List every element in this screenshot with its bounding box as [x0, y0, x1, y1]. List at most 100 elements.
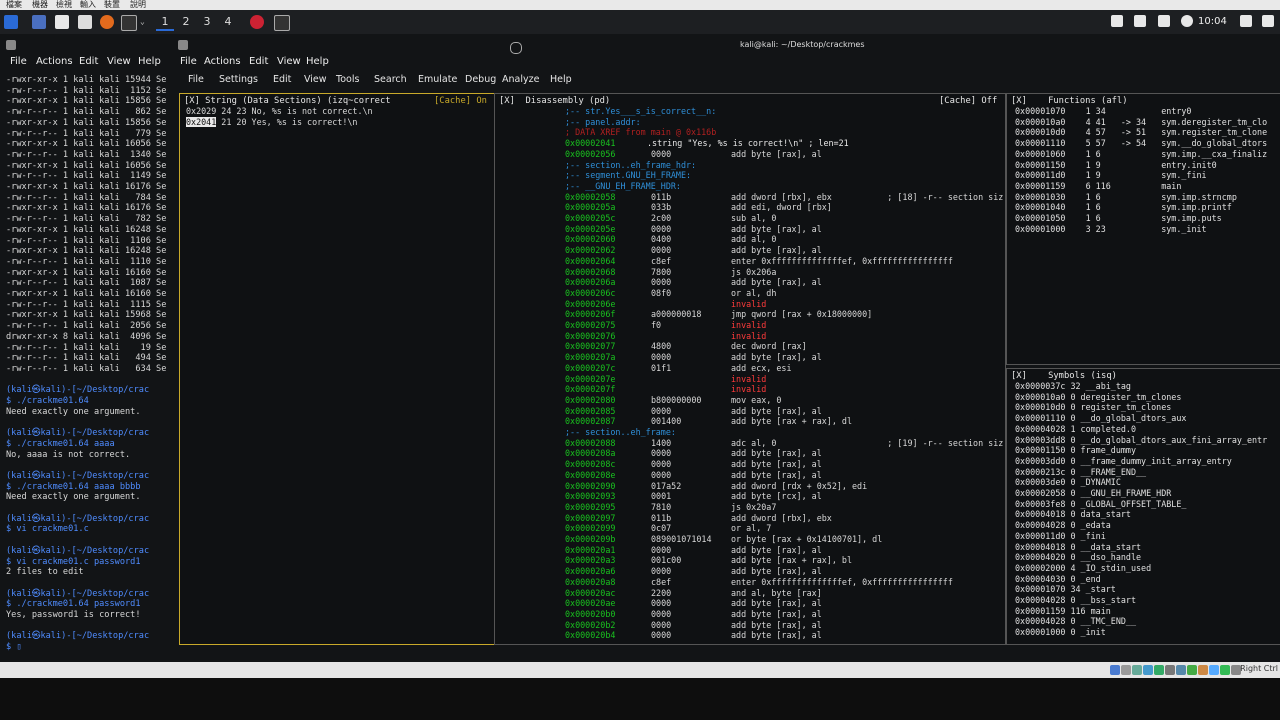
- disasm-row[interactable]: 0x000020a6 0000 add byte [rax], al: [495, 566, 1005, 577]
- symbol-row[interactable]: 0x00004028 0 __bss_start: [1015, 595, 1136, 606]
- kali-menu-icon[interactable]: [4, 15, 18, 29]
- disasm-row[interactable]: 0x00002068 7800 js 0x206a: [495, 267, 1005, 278]
- string-row[interactable]: 0x2029 24 23 No, %s is not correct.\n: [186, 106, 373, 117]
- disasm-row[interactable]: 0x000020b2 0000 add byte [rax], al: [495, 620, 1005, 631]
- r2-menu-analyze[interactable]: Analyze: [502, 74, 539, 85]
- terminal-icon[interactable]: [121, 15, 137, 31]
- symbol-row[interactable]: 0x000010d0 0 register_tm_clones: [1015, 402, 1171, 413]
- disasm-row[interactable]: 0x00002080 b800000000 mov eax, 0: [495, 395, 1005, 406]
- function-row[interactable]: 0x00001110 5 57 -> 54 sym.__do_global_dt…: [1015, 138, 1267, 149]
- symbol-row[interactable]: 0x00004028 1 completed.0: [1015, 424, 1136, 435]
- disasm-row[interactable]: 0x0000205e 0000 add byte [rax], al: [495, 224, 1005, 235]
- function-row[interactable]: 0x000011d0 1 9 sym._fini: [1015, 170, 1207, 181]
- disasm-row[interactable]: 0x0000205c 2c00 sub al, 0: [495, 213, 1005, 224]
- r2-menu-settings[interactable]: Settings: [219, 74, 258, 85]
- clock[interactable]: 10:04: [1198, 16, 1227, 27]
- disasm-row[interactable]: 0x000020b4 0000 add byte [rax], al: [495, 630, 1005, 641]
- disasm-row[interactable]: 0x0000206f a000000018 jmp qword [rax + 0x1…: [495, 309, 1005, 320]
- host-menu-item[interactable]: 裝置: [104, 0, 120, 10]
- symbol-row[interactable]: 0x00004018 0 data_start: [1015, 509, 1131, 520]
- disasm-row[interactable]: 0x000020a3 001c00 add byte [rax + rax], bl: [495, 555, 1005, 566]
- radare-terminal-window[interactable]: kali@kali: ~/Desktop/crackmes File Action…: [174, 34, 1280, 662]
- disasm-row[interactable]: 0x000020ac 2200 and al, byte [rax]: [495, 588, 1005, 599]
- workspace-4[interactable]: 4: [219, 15, 237, 29]
- menu-edit[interactable]: Edit: [249, 56, 268, 67]
- disasm-row[interactable]: ; DATA XREF from main @ 0x116b: [495, 127, 1005, 138]
- disasm-row[interactable]: ;-- panel.addr:: [495, 117, 1005, 128]
- host-status-icon[interactable]: [1220, 665, 1230, 675]
- menu-file[interactable]: File: [10, 56, 27, 67]
- symbol-row[interactable]: 0x00002000 4 _IO_stdin_used: [1015, 563, 1151, 574]
- disasm-row[interactable]: 0x00002088 1400 adc al, 0 ; [19] -r-- sect…: [495, 438, 1005, 449]
- symbol-row[interactable]: 0x00004028 0 __TMC_END__: [1015, 616, 1136, 627]
- host-status-icon[interactable]: [1121, 665, 1131, 675]
- strings-panel[interactable]: [X] String (Data Sections) (izq~correct …: [179, 93, 495, 645]
- host-status-icon[interactable]: [1143, 665, 1153, 675]
- disasm-row[interactable]: ;-- __GNU_EH_FRAME_HDR:: [495, 181, 1005, 192]
- host-status-icon[interactable]: [1187, 665, 1197, 675]
- disasm-row[interactable]: 0x0000206e invalid: [495, 299, 1005, 310]
- host-status-icon[interactable]: [1154, 665, 1164, 675]
- host-menu-item[interactable]: 說明: [130, 0, 146, 10]
- disasm-row[interactable]: 0x00002064 c8ef enter 0xffffffffffffffef, …: [495, 256, 1005, 267]
- symbol-row[interactable]: 0x00004030 0 _end: [1015, 574, 1101, 585]
- symbol-row[interactable]: 0x00003dd0 0 __frame_dummy_init_array_en…: [1015, 456, 1232, 467]
- disasm-row[interactable]: ;-- str.Yes___s_is_correct__n:: [495, 106, 1005, 117]
- terminal-window-icon[interactable]: [274, 15, 290, 31]
- menu-help[interactable]: Help: [306, 56, 329, 67]
- function-row[interactable]: 0x000010d0 4 57 -> 51 sym.register_tm_cl…: [1015, 127, 1267, 138]
- host-status-icon[interactable]: [1110, 665, 1120, 675]
- menu-view[interactable]: View: [277, 56, 301, 67]
- disasm-row[interactable]: 0x00002058 011b add dword [rbx], ebx ; [18…: [495, 192, 1005, 203]
- symbol-row[interactable]: 0x00002058 0 __GNU_EH_FRAME_HDR: [1015, 488, 1171, 499]
- symbol-row[interactable]: 0x0000037c 32 __abi_tag: [1015, 381, 1131, 392]
- lock-icon[interactable]: [1240, 15, 1252, 27]
- disasm-row[interactable]: 0x00002041 .string "Yes, %s is correct!\n…: [495, 138, 1005, 149]
- disasm-row[interactable]: 0x00002095 7810 js 0x20a7: [495, 502, 1005, 513]
- function-row[interactable]: 0x00001060 1 6 sym.imp.__cxa_finaliz: [1015, 149, 1267, 160]
- host-status-icon[interactable]: [1132, 665, 1142, 675]
- host-status-icon[interactable]: [1176, 665, 1186, 675]
- show-desktop-icon[interactable]: [32, 15, 46, 29]
- disasm-row[interactable]: 0x00002056 0000 add byte [rax], al: [495, 149, 1005, 160]
- strings-cache-toggle[interactable]: [Cache] On: [434, 96, 487, 106]
- r2-menu-search[interactable]: Search: [374, 74, 407, 85]
- disasm-row[interactable]: ;-- section..eh_frame_hdr:: [495, 160, 1005, 171]
- disasm-row[interactable]: 0x00002075 f0 invalid: [495, 320, 1005, 331]
- disasm-row[interactable]: 0x0000205a 033b add edi, dword [rbx]: [495, 202, 1005, 213]
- disasm-row[interactable]: 0x0000207e invalid: [495, 374, 1005, 385]
- r2-menu-view[interactable]: View: [304, 74, 327, 85]
- symbol-row[interactable]: 0x00001110 0 __do_global_dtors_aux: [1015, 413, 1186, 424]
- disasm-row[interactable]: 0x00002090 017a52 add dword [rdx + 0x52], …: [495, 481, 1005, 492]
- disasm-row[interactable]: 0x000020b0 0000 add byte [rax], al: [495, 609, 1005, 620]
- function-row[interactable]: 0x00001030 1 6 sym.imp.strncmp: [1015, 192, 1237, 203]
- disasm-row[interactable]: 0x0000207a 0000 add byte [rax], al: [495, 352, 1005, 363]
- workspace-2[interactable]: 2: [177, 15, 195, 29]
- function-row[interactable]: 0x000010a0 4 41 -> 34 sym.deregister_tm_…: [1015, 117, 1267, 128]
- r2-menu-debug[interactable]: Debug: [465, 74, 496, 85]
- disassembly-panel[interactable]: [X] Disassembly (pd) [Cache] Off ;-- str…: [494, 93, 1006, 645]
- r2-menu-edit[interactable]: Edit: [273, 74, 291, 85]
- file-manager-icon[interactable]: [55, 15, 69, 29]
- disasm-row[interactable]: ;-- section..eh_frame:: [495, 427, 1005, 438]
- host-status-icon[interactable]: [1209, 665, 1219, 675]
- menu-actions[interactable]: Actions: [36, 56, 73, 67]
- disasm-row[interactable]: 0x0000206c 08f0 or al, dh: [495, 288, 1005, 299]
- disasm-row[interactable]: 0x00002060 0400 add al, 0: [495, 234, 1005, 245]
- disasm-row[interactable]: 0x0000209b 089001071014 or byte [rax + 0x1…: [495, 534, 1005, 545]
- move-icon[interactable]: [510, 42, 522, 54]
- disasm-row[interactable]: 0x000020a1 0000 add byte [rax], al: [495, 545, 1005, 556]
- symbol-row[interactable]: 0x0000213c 0 __FRAME_END__: [1015, 467, 1146, 478]
- disasm-row[interactable]: 0x00002077 4800 dec dword [rax]: [495, 341, 1005, 352]
- function-row[interactable]: 0x00001050 1 6 sym.imp.puts: [1015, 213, 1222, 224]
- menu-edit[interactable]: Edit: [79, 56, 98, 67]
- menu-actions[interactable]: Actions: [204, 56, 241, 67]
- disasm-row[interactable]: 0x00002085 0000 add byte [rax], al: [495, 406, 1005, 417]
- symbol-row[interactable]: 0x00003dd8 0 __do_global_dtors_aux_fini_…: [1015, 435, 1267, 446]
- menu-help[interactable]: Help: [138, 56, 161, 67]
- host-status-icon[interactable]: [1165, 665, 1175, 675]
- disasm-row[interactable]: 0x00002076 invalid: [495, 331, 1005, 342]
- host-menu-item[interactable]: 檢視: [56, 0, 72, 10]
- workspace-1[interactable]: 1: [156, 15, 174, 31]
- symbol-row[interactable]: 0x00004018 0 __data_start: [1015, 542, 1141, 553]
